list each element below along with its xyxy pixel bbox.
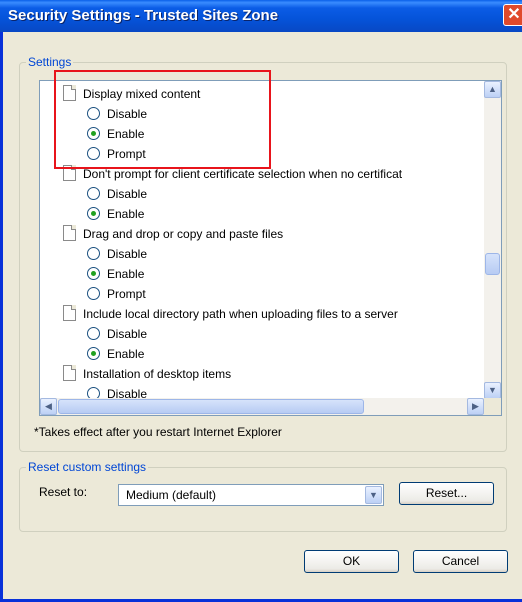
setting-option[interactable]: Enable bbox=[87, 264, 145, 284]
horizontal-scroll-thumb[interactable] bbox=[58, 399, 364, 414]
setting-option[interactable]: Disable bbox=[87, 104, 148, 124]
setting-category: Include local directory path when upload… bbox=[63, 304, 398, 324]
restart-note: *Takes effect after you restart Internet… bbox=[34, 425, 282, 439]
vertical-scrollbar[interactable]: ▲ ▼ bbox=[484, 81, 501, 399]
setting-option[interactable]: Prompt bbox=[87, 144, 146, 164]
document-icon bbox=[63, 85, 76, 101]
setting-category-label: Installation of desktop items bbox=[83, 367, 232, 381]
setting-option-label: Disable bbox=[107, 187, 148, 201]
setting-category: Don't prompt for client certificate sele… bbox=[63, 164, 403, 184]
scroll-right-icon[interactable]: ▶ bbox=[467, 398, 484, 415]
setting-category-label: Drag and drop or copy and paste files bbox=[83, 227, 284, 241]
setting-category: Installation of desktop items bbox=[63, 364, 232, 384]
document-icon bbox=[63, 225, 76, 241]
settings-list[interactable]: Display mixed content Disable Enable Prompt… bbox=[39, 80, 502, 416]
setting-category: Drag and drop or copy and paste files bbox=[63, 224, 284, 244]
radio-selected-icon[interactable] bbox=[87, 347, 100, 360]
ok-button[interactable]: OK bbox=[304, 550, 399, 573]
reset-to-label: Reset to: bbox=[39, 485, 88, 499]
setting-option-label: Enable bbox=[107, 127, 145, 141]
setting-option-label: Enable bbox=[107, 207, 145, 221]
reset-level-value: Medium (default) bbox=[126, 488, 217, 502]
scroll-up-icon[interactable]: ▲ bbox=[484, 81, 501, 98]
setting-category-label: Include local directory path when upload… bbox=[83, 307, 398, 321]
scrollbar-corner bbox=[484, 398, 501, 415]
setting-option[interactable]: Prompt bbox=[87, 284, 146, 304]
horizontal-scrollbar[interactable]: ◀ ▶ bbox=[40, 398, 484, 415]
setting-option[interactable]: Enable bbox=[87, 124, 145, 144]
radio-selected-icon[interactable] bbox=[87, 127, 100, 140]
setting-option-label: Enable bbox=[107, 267, 145, 281]
close-icon[interactable]: ✕ bbox=[503, 4, 522, 26]
vertical-scroll-thumb[interactable] bbox=[485, 253, 500, 275]
radio-icon[interactable] bbox=[87, 107, 100, 120]
setting-option-label: Disable bbox=[107, 327, 148, 341]
radio-icon[interactable] bbox=[87, 247, 100, 260]
title-bar: Security Settings - Trusted Sites Zone ✕ bbox=[0, 0, 522, 32]
security-settings-dialog: Security Settings - Trusted Sites Zone ✕… bbox=[0, 0, 522, 602]
chevron-down-icon[interactable]: ▼ bbox=[365, 486, 382, 504]
radio-icon[interactable] bbox=[87, 147, 100, 160]
setting-option-label: Disable bbox=[107, 247, 148, 261]
document-icon bbox=[63, 365, 76, 381]
cancel-button[interactable]: Cancel bbox=[413, 550, 508, 573]
window-title: Security Settings - Trusted Sites Zone bbox=[8, 7, 279, 24]
radio-icon[interactable] bbox=[87, 327, 100, 340]
radio-icon[interactable] bbox=[87, 187, 100, 200]
setting-option[interactable]: Disable bbox=[87, 184, 148, 204]
settings-group-label: Settings bbox=[28, 55, 72, 69]
reset-group-label: Reset custom settings bbox=[28, 460, 147, 474]
document-icon bbox=[63, 165, 76, 181]
radio-selected-icon[interactable] bbox=[87, 207, 100, 220]
setting-option-label: Disable bbox=[107, 107, 148, 121]
setting-option-label: Enable bbox=[107, 347, 145, 361]
radio-selected-icon[interactable] bbox=[87, 267, 100, 280]
setting-category-label: Don't prompt for client certificate sele… bbox=[83, 167, 403, 181]
radio-icon[interactable] bbox=[87, 287, 100, 300]
document-icon bbox=[63, 305, 76, 321]
reset-level-dropdown[interactable]: Medium (default) ▼ bbox=[118, 484, 384, 506]
scroll-left-icon[interactable]: ◀ bbox=[40, 398, 57, 415]
setting-option[interactable]: Disable bbox=[87, 324, 148, 344]
reset-button[interactable]: Reset... bbox=[399, 482, 494, 505]
setting-option-label: Prompt bbox=[107, 147, 146, 161]
setting-category-label: Display mixed content bbox=[83, 87, 201, 101]
scroll-down-icon[interactable]: ▼ bbox=[484, 382, 501, 399]
setting-option[interactable]: Disable bbox=[87, 244, 148, 264]
setting-category: Display mixed content bbox=[63, 84, 201, 104]
setting-option[interactable]: Enable bbox=[87, 204, 145, 224]
setting-option[interactable]: Enable bbox=[87, 344, 145, 364]
setting-option-label: Prompt bbox=[107, 287, 146, 301]
